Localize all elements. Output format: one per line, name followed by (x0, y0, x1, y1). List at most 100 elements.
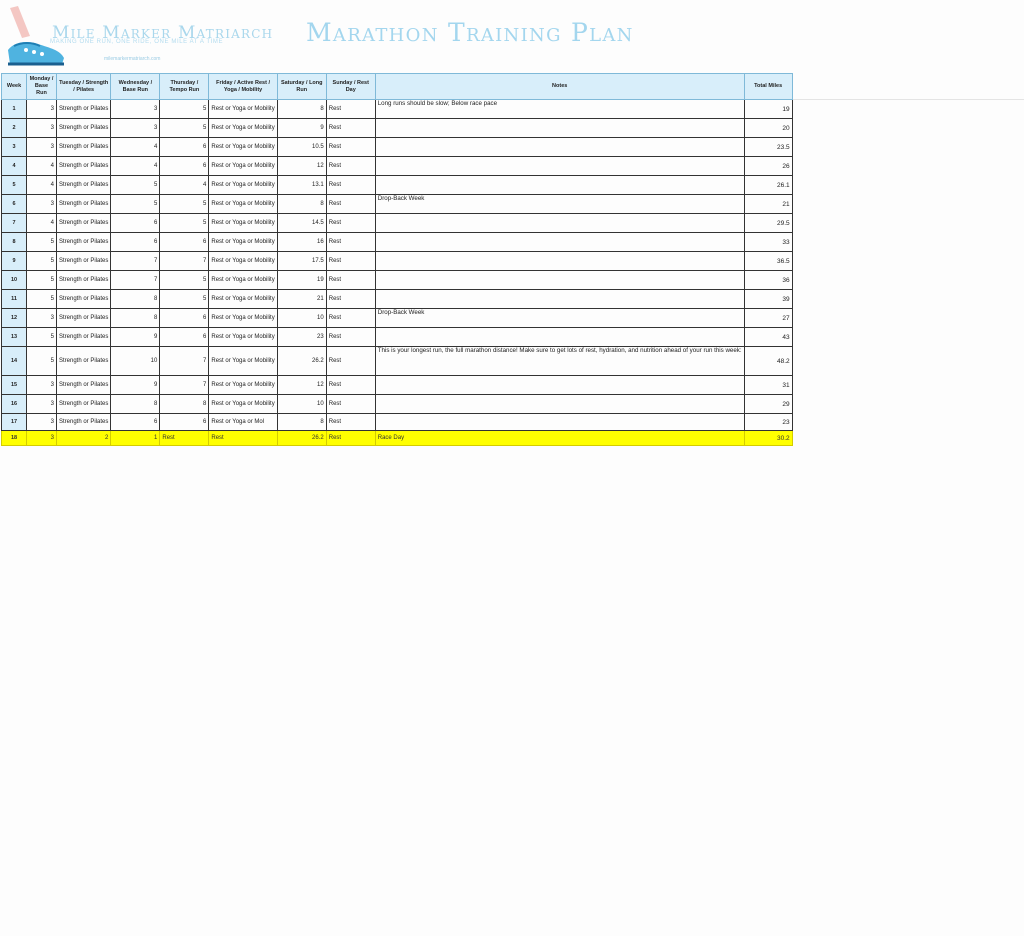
thursday-cell[interactable]: 5 (159, 289, 210, 309)
week-cell[interactable]: 1 (1, 99, 27, 119)
friday-cell[interactable]: Rest or Yoga or Mobility (208, 327, 278, 347)
tuesday-cell[interactable]: Strength or Pilates (55, 99, 112, 119)
monday-cell[interactable]: 5 (26, 346, 57, 376)
total-miles-cell[interactable]: 36.5 (743, 251, 793, 271)
thursday-cell[interactable]: 6 (159, 327, 210, 347)
week-cell[interactable]: 4 (1, 156, 27, 176)
total-miles-cell[interactable]: 20 (743, 118, 793, 138)
notes-cell[interactable] (374, 232, 745, 252)
friday-cell[interactable]: Rest (208, 430, 278, 446)
week-cell[interactable]: 17 (1, 413, 27, 431)
friday-cell[interactable]: Rest or Yoga or Mobility (208, 308, 278, 328)
total-miles-cell[interactable]: 23 (743, 413, 793, 431)
total-miles-cell[interactable]: 43 (743, 327, 793, 347)
wednesday-cell[interactable]: 9 (110, 327, 161, 347)
wednesday-cell[interactable]: 7 (110, 251, 161, 271)
sunday-cell[interactable]: Rest (325, 137, 376, 157)
saturday-cell[interactable]: 19 (276, 270, 327, 290)
saturday-cell[interactable]: 23 (276, 327, 327, 347)
wednesday-cell[interactable]: 7 (110, 270, 161, 290)
monday-cell[interactable]: 3 (26, 308, 57, 328)
total-miles-cell[interactable]: 31 (743, 375, 793, 395)
total-miles-cell[interactable]: 27 (743, 308, 793, 328)
monday-cell[interactable]: 3 (26, 118, 57, 138)
wednesday-cell[interactable]: 10 (110, 346, 161, 376)
notes-cell[interactable] (374, 137, 745, 157)
saturday-cell[interactable]: 26.2 (276, 346, 327, 376)
wednesday-cell[interactable]: 6 (110, 213, 161, 233)
notes-cell[interactable]: This is your longest run, the full marat… (374, 346, 745, 376)
sunday-cell[interactable]: Rest (325, 327, 376, 347)
thursday-cell[interactable]: 7 (159, 251, 210, 271)
sunday-cell[interactable]: Rest (325, 289, 376, 309)
total-miles-cell[interactable]: 39 (743, 289, 793, 309)
sunday-cell[interactable]: Rest (325, 213, 376, 233)
tuesday-cell[interactable]: Strength or Pilates (55, 156, 112, 176)
thursday-cell[interactable]: 5 (159, 99, 210, 119)
week-cell[interactable]: 14 (1, 346, 27, 376)
total-miles-cell[interactable]: 19 (743, 99, 793, 119)
week-cell[interactable]: 12 (1, 308, 27, 328)
notes-cell[interactable]: Drop-Back Week (374, 194, 745, 214)
total-miles-cell[interactable]: 29 (743, 394, 793, 414)
week-cell[interactable]: 10 (1, 270, 27, 290)
wednesday-cell[interactable]: 4 (110, 156, 161, 176)
wednesday-cell[interactable]: 3 (110, 99, 161, 119)
monday-cell[interactable]: 3 (26, 394, 57, 414)
thursday-cell[interactable]: 6 (159, 413, 210, 431)
saturday-cell[interactable]: 10.5 (276, 137, 327, 157)
tuesday-cell[interactable]: Strength or Pilates (55, 137, 112, 157)
saturday-cell[interactable]: 10 (276, 308, 327, 328)
monday-cell[interactable]: 4 (26, 213, 57, 233)
tuesday-cell[interactable]: Strength or Pilates (55, 327, 112, 347)
sunday-cell[interactable]: Rest (325, 175, 376, 195)
wednesday-cell[interactable]: 5 (110, 175, 161, 195)
total-miles-cell[interactable]: 30.2 (743, 430, 793, 446)
tuesday-cell[interactable]: Strength or Pilates (55, 289, 112, 309)
week-cell[interactable]: 16 (1, 394, 27, 414)
monday-cell[interactable]: 5 (26, 232, 57, 252)
wednesday-cell[interactable]: 8 (110, 289, 161, 309)
thursday-cell[interactable]: 7 (159, 375, 210, 395)
thursday-cell[interactable]: Rest (159, 430, 210, 446)
thursday-cell[interactable]: 8 (159, 394, 210, 414)
week-cell[interactable]: 18 (1, 430, 27, 446)
saturday-cell[interactable]: 8 (276, 194, 327, 214)
notes-cell[interactable] (374, 251, 745, 271)
week-cell[interactable]: 3 (1, 137, 27, 157)
wednesday-cell[interactable]: 5 (110, 194, 161, 214)
sunday-cell[interactable]: Rest (325, 270, 376, 290)
thursday-cell[interactable]: 7 (159, 346, 210, 376)
sunday-cell[interactable]: Rest (325, 251, 376, 271)
tuesday-cell[interactable]: Strength or Pilates (55, 251, 112, 271)
friday-cell[interactable]: Rest or Yoga or Mobility (208, 213, 278, 233)
thursday-cell[interactable]: 5 (159, 194, 210, 214)
friday-cell[interactable]: Rest or Yoga or Mobility (208, 394, 278, 414)
sunday-cell[interactable]: Rest (325, 118, 376, 138)
week-cell[interactable]: 2 (1, 118, 27, 138)
thursday-cell[interactable]: 5 (159, 270, 210, 290)
saturday-cell[interactable]: 21 (276, 289, 327, 309)
wednesday-cell[interactable]: 6 (110, 413, 161, 431)
friday-cell[interactable]: Rest or Yoga or Mol (208, 413, 278, 431)
friday-cell[interactable]: Rest or Yoga or Mobility (208, 346, 278, 376)
saturday-cell[interactable]: 12 (276, 375, 327, 395)
sunday-cell[interactable]: Rest (325, 375, 376, 395)
monday-cell[interactable]: 5 (26, 327, 57, 347)
tuesday-cell[interactable]: Strength or Pilates (55, 346, 112, 376)
week-cell[interactable]: 11 (1, 289, 27, 309)
tuesday-cell[interactable]: 2 (55, 430, 112, 446)
notes-cell[interactable] (374, 118, 745, 138)
notes-cell[interactable] (374, 175, 745, 195)
sunday-cell[interactable]: Rest (325, 232, 376, 252)
notes-cell[interactable] (374, 270, 745, 290)
monday-cell[interactable]: 5 (26, 289, 57, 309)
total-miles-cell[interactable]: 26.1 (743, 175, 793, 195)
sunday-cell[interactable]: Rest (325, 99, 376, 119)
tuesday-cell[interactable]: Strength or Pilates (55, 175, 112, 195)
wednesday-cell[interactable]: 9 (110, 375, 161, 395)
saturday-cell[interactable]: 13.1 (276, 175, 327, 195)
total-miles-cell[interactable]: 23.5 (743, 137, 793, 157)
thursday-cell[interactable]: 6 (159, 156, 210, 176)
notes-cell[interactable] (374, 413, 745, 431)
